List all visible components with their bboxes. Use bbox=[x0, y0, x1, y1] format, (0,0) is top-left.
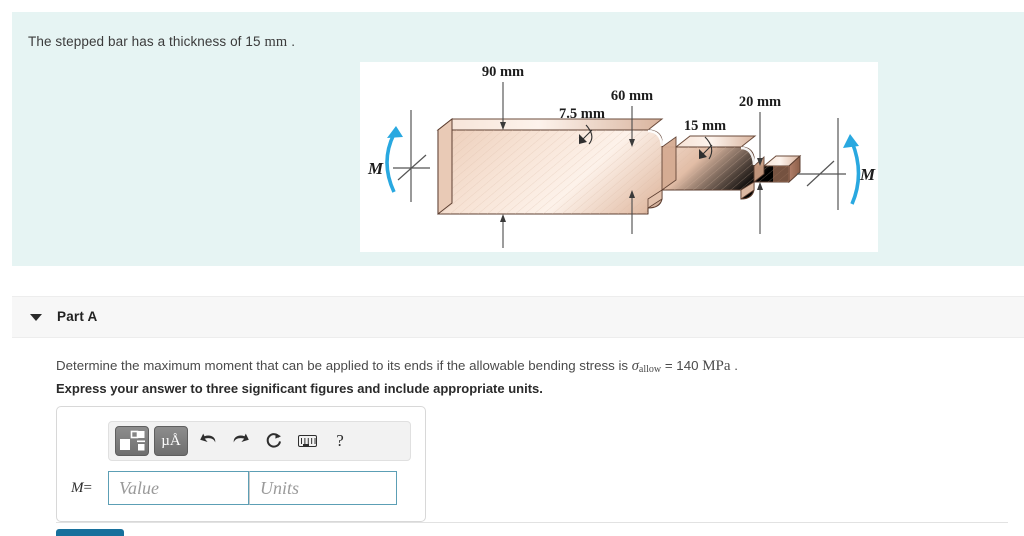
answer-entry-box: µÅ ? M= Value Units bbox=[56, 406, 426, 522]
answer-variable-symbol: M bbox=[71, 479, 84, 496]
moment-right-arrow-icon bbox=[850, 141, 861, 205]
problem-statement-prefix: The stepped bar has a thickness of 15 bbox=[28, 34, 265, 49]
answer-variable-label: M= bbox=[71, 480, 108, 497]
page-root: The stepped bar has a thickness of 15 mm… bbox=[0, 0, 1024, 536]
math-toolbar: µÅ ? bbox=[108, 421, 411, 461]
help-button[interactable]: ? bbox=[325, 426, 355, 456]
moment-right-axis bbox=[797, 118, 846, 210]
dim-15mm-label: 15 mm bbox=[684, 118, 726, 134]
submit-button[interactable] bbox=[56, 529, 124, 536]
sigma-symbol: σ bbox=[631, 358, 639, 374]
question-mark-icon: ? bbox=[336, 431, 344, 450]
math-template-icon bbox=[120, 430, 145, 451]
reset-button[interactable] bbox=[259, 426, 289, 456]
question-text-part-3: . bbox=[730, 358, 738, 373]
dim-20mm-label: 20 mm bbox=[739, 94, 781, 110]
problem-statement-unit: mm bbox=[264, 34, 288, 50]
stress-unit: MPa bbox=[702, 358, 731, 374]
problem-statement-text: The stepped bar has a thickness of 15 mm… bbox=[28, 34, 295, 51]
question-text-part-1: Determine the maximum moment that can be… bbox=[56, 358, 632, 373]
redo-icon bbox=[233, 433, 249, 443]
stepped-bar-diagram: 90 mm 60 mm 7.5 mm 20 mm 15 mm M M bbox=[367, 64, 876, 248]
redo-button[interactable] bbox=[226, 426, 256, 456]
undo-icon bbox=[200, 433, 216, 443]
moment-right-label: M bbox=[859, 165, 876, 184]
micro-angstrom-icon: µÅ bbox=[161, 432, 181, 449]
instruction-text: Express your answer to three significant… bbox=[56, 381, 543, 396]
dim-7_5mm-label: 7.5 mm bbox=[559, 106, 605, 122]
question-text: Determine the maximum moment that can be… bbox=[56, 358, 738, 375]
keyboard-button[interactable] bbox=[292, 426, 322, 456]
dim-90mm-label: 90 mm bbox=[482, 64, 524, 80]
units-button[interactable]: µÅ bbox=[154, 426, 188, 456]
math-template-button[interactable] bbox=[115, 426, 149, 456]
problem-statement-panel: The stepped bar has a thickness of 15 mm… bbox=[12, 12, 1024, 266]
dim-60mm-label: 60 mm bbox=[611, 88, 653, 104]
part-a-title: Part A bbox=[57, 309, 98, 324]
question-text-part-2: = 140 bbox=[661, 358, 703, 373]
answer-value-input[interactable] bbox=[108, 471, 249, 505]
moment-left-label: M bbox=[367, 159, 384, 178]
caret-down-icon[interactable] bbox=[30, 314, 42, 321]
section-divider bbox=[56, 522, 1008, 523]
sigma-subscript: allow bbox=[638, 364, 662, 375]
reset-icon bbox=[266, 433, 281, 448]
answer-units-input[interactable] bbox=[249, 471, 397, 505]
keyboard-icon bbox=[297, 435, 317, 447]
undo-button[interactable] bbox=[193, 426, 223, 456]
problem-statement-suffix: . bbox=[287, 34, 296, 49]
answer-input-row: M= bbox=[71, 471, 397, 505]
stepped-bar-figure-card: 90 mm 60 mm 7.5 mm 20 mm 15 mm M M bbox=[360, 62, 878, 252]
answer-equals-sign: = bbox=[83, 479, 92, 496]
moment-left-axis bbox=[393, 110, 430, 202]
part-a-header[interactable]: Part A bbox=[12, 296, 1024, 338]
moment-left-arrow-icon bbox=[385, 133, 396, 193]
